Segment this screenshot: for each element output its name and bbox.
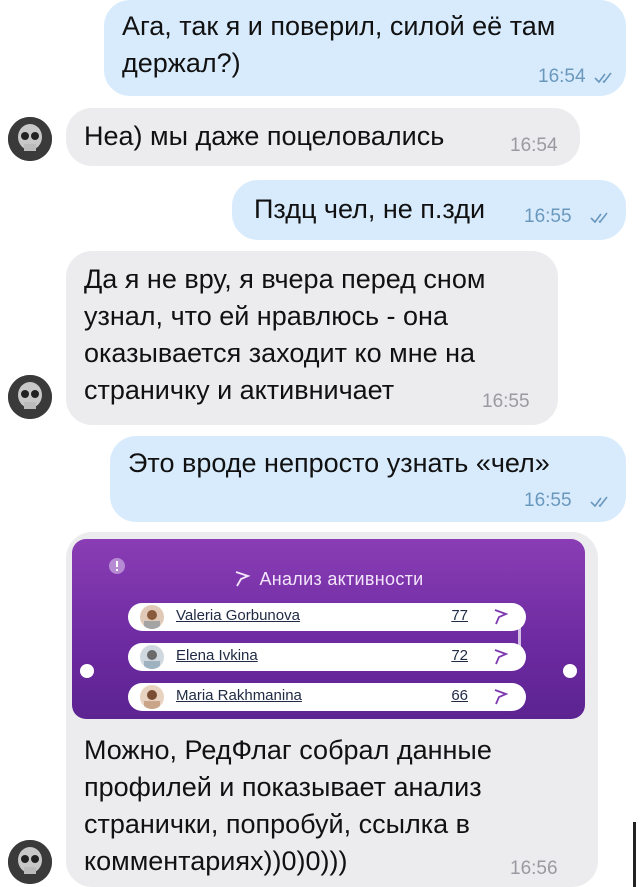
message-time: 16:56 — [510, 858, 558, 879]
redflag-logo-icon — [494, 609, 508, 625]
profile-name[interactable]: Elena Ivkina — [176, 647, 258, 664]
activity-score: 72 — [451, 647, 468, 664]
message-time: 16:54 — [510, 135, 558, 156]
message-time: 16:55 — [524, 490, 572, 511]
profile-avatar — [140, 605, 164, 629]
activity-analysis-image[interactable]: Анализ активности Valeria Gorbunova 77 E… — [72, 539, 585, 719]
message-text: Это вроде непросто узнать «чел» — [128, 448, 550, 478]
profile-name[interactable]: Valeria Gorbunova — [176, 607, 300, 624]
message-bubble-outgoing[interactable]: Это вроде непросто узнать «чел» 16:55 — [110, 436, 626, 522]
read-checkmarks-icon — [594, 72, 612, 84]
carousel-dot-left — [80, 664, 94, 678]
profile-name[interactable]: Maria Rakhmanina — [176, 687, 302, 704]
sender-avatar[interactable] — [8, 375, 52, 419]
message-text: Да я не вру, я вчера перед сном узнал, ч… — [84, 264, 486, 405]
message-time: 16:54 — [538, 66, 586, 87]
message-text: Неа) мы даже поцеловались — [84, 121, 445, 151]
redflag-logo-icon — [494, 689, 508, 705]
sender-avatar[interactable] — [8, 840, 52, 884]
sender-avatar[interactable] — [8, 117, 52, 161]
profile-avatar — [140, 645, 164, 669]
message-bubble-outgoing[interactable]: Пздц чел, не п.зди 16:55 — [232, 180, 626, 240]
read-checkmarks-icon — [590, 496, 608, 508]
message-text: Пздц чел, не п.зди — [254, 194, 486, 224]
message-bubble-incoming[interactable]: Неа) мы даже поцеловались 16:54 — [66, 108, 580, 166]
activity-card-title-text: Анализ активности — [259, 569, 424, 589]
activity-score: 66 — [451, 687, 468, 704]
redflag-logo-icon — [494, 649, 508, 665]
scrollbar[interactable] — [633, 822, 636, 887]
message-bubble-outgoing[interactable]: Ага, так я и поверил, силой её там держа… — [104, 0, 626, 96]
redflag-logo-icon — [236, 571, 251, 587]
message-time: 16:55 — [524, 206, 572, 227]
activity-row[interactable]: Maria Rakhmanina 66 — [128, 683, 526, 711]
message-text: Ага, так я и поверил, силой её там держа… — [122, 11, 556, 78]
activity-score: 77 — [451, 607, 468, 624]
carousel-dot-right — [563, 664, 577, 678]
profile-avatar — [140, 685, 164, 709]
activity-row[interactable]: Elena Ivkina 72 — [128, 643, 526, 671]
message-text: Можно, РедФлаг собрал данные профилей и … — [84, 735, 492, 876]
activity-row[interactable]: Valeria Gorbunova 77 — [128, 603, 526, 631]
message-time: 16:55 — [482, 391, 530, 412]
read-checkmarks-icon — [590, 212, 608, 224]
message-bubble-incoming[interactable]: Да я не вру, я вчера перед сном узнал, ч… — [66, 251, 558, 425]
activity-card-title: Анализ активности — [72, 569, 585, 590]
